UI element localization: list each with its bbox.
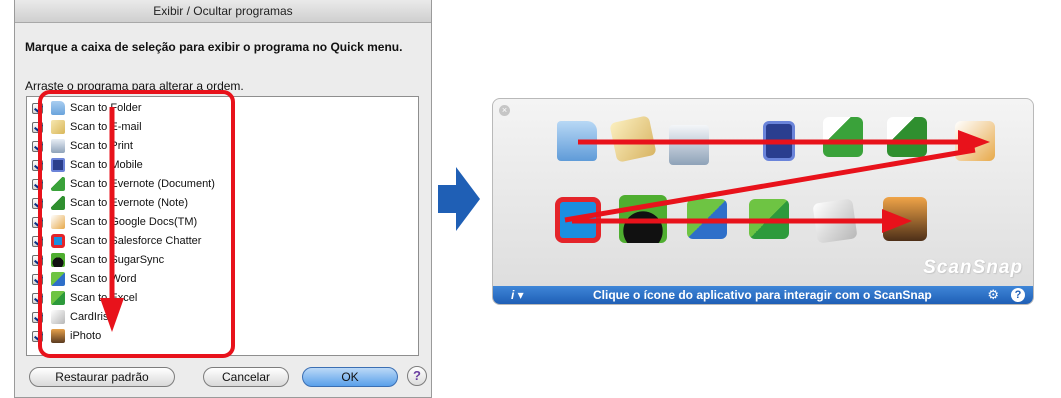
- transition-arrow-icon: [438, 167, 480, 231]
- list-item[interactable]: Scan to Excel: [32, 290, 137, 306]
- sugarsync-icon[interactable]: [619, 195, 667, 243]
- show-hide-programs-dialog: Exibir / Ocultar programas Marque a caix…: [14, 0, 432, 398]
- list-item-label: Scan to Mobile: [70, 159, 143, 171]
- quick-menu: × ScanSnap i ▾ Clique o ícone do aplicat…: [492, 98, 1034, 305]
- program-list[interactable]: Scan to Folder Scan to E-mail Scan to Pr…: [26, 96, 419, 356]
- program-checkbox[interactable]: [32, 216, 43, 228]
- printer-icon[interactable]: [669, 125, 709, 165]
- list-item-label: Scan to E-mail: [70, 121, 142, 133]
- mobile-icon: [51, 158, 65, 172]
- list-item-label: Scan to Folder: [70, 102, 142, 114]
- list-item[interactable]: Scan to Folder: [32, 100, 142, 116]
- list-item[interactable]: Scan to Word: [32, 271, 136, 287]
- list-item[interactable]: Scan to E-mail: [32, 119, 142, 135]
- program-checkbox[interactable]: [32, 178, 43, 190]
- program-checkbox[interactable]: [32, 140, 43, 152]
- word-icon: [51, 272, 65, 286]
- list-item-label: Scan to Word: [70, 273, 137, 285]
- list-item[interactable]: CardIris: [32, 309, 109, 325]
- evernote-document-icon: [51, 177, 65, 191]
- restore-default-button[interactable]: Restaurar padrão: [29, 367, 175, 387]
- evernote-note-icon: [51, 196, 65, 210]
- gear-icon[interactable]: ⚙: [987, 286, 999, 304]
- dialog-title: Exibir / Ocultar programas: [15, 0, 431, 23]
- drag-hint-text: Arraste o programa para alterar a ordem.: [25, 79, 244, 93]
- list-item[interactable]: Scan to Salesforce Chatter: [32, 233, 201, 249]
- help-icon[interactable]: ?: [1011, 288, 1025, 302]
- list-item-label: Scan to SugarSync: [70, 254, 165, 266]
- list-item[interactable]: iPhoto: [32, 328, 101, 344]
- list-item-label: iPhoto: [70, 330, 102, 342]
- list-item-label: Scan to Evernote (Document): [70, 178, 215, 190]
- info-menu-button[interactable]: i ▾: [511, 286, 524, 304]
- printer-icon: [51, 139, 65, 153]
- list-item-label: Scan to Salesforce Chatter: [70, 235, 202, 247]
- cardiris-icon[interactable]: [812, 198, 858, 244]
- google-docs-icon[interactable]: [955, 121, 995, 161]
- quick-menu-status-bar: i ▾ Clique o ícone do aplicativo para in…: [493, 286, 1033, 304]
- excel-icon: [51, 291, 65, 305]
- list-item[interactable]: Scan to Google Docs(TM): [32, 214, 197, 230]
- google-docs-icon: [51, 215, 65, 229]
- list-item[interactable]: Scan to SugarSync: [32, 252, 164, 268]
- list-item[interactable]: Scan to Evernote (Document): [32, 176, 215, 192]
- program-checkbox[interactable]: [32, 159, 43, 171]
- folder-icon[interactable]: [557, 121, 597, 161]
- list-item-label: Scan to Evernote (Note): [70, 197, 189, 209]
- list-item-label: CardIris: [70, 311, 109, 323]
- iphoto-icon: [51, 329, 65, 343]
- evernote-document-icon[interactable]: [823, 117, 863, 157]
- word-icon[interactable]: [687, 199, 727, 239]
- salesforce-chatter-icon[interactable]: [555, 197, 601, 243]
- sugarsync-icon: [51, 253, 65, 267]
- instruction-text: Marque a caixa de seleção para exibir o …: [25, 40, 403, 54]
- program-checkbox[interactable]: [32, 254, 43, 266]
- program-checkbox[interactable]: [32, 292, 43, 304]
- program-checkbox[interactable]: [32, 235, 43, 247]
- excel-icon[interactable]: [749, 199, 789, 239]
- program-checkbox[interactable]: [32, 102, 43, 114]
- ok-button[interactable]: OK: [302, 367, 398, 387]
- list-item[interactable]: Scan to Mobile: [32, 157, 143, 173]
- list-item-label: Scan to Print: [70, 140, 133, 152]
- program-checkbox[interactable]: [32, 197, 43, 209]
- cardiris-icon: [51, 310, 65, 324]
- list-item[interactable]: Scan to Print: [32, 138, 133, 154]
- status-message: Clique o ícone do aplicativo para intera…: [593, 288, 932, 302]
- help-button[interactable]: ?: [407, 366, 427, 386]
- mobile-icon[interactable]: [763, 121, 795, 161]
- cancel-button[interactable]: Cancelar: [203, 367, 289, 387]
- close-icon[interactable]: ×: [499, 105, 510, 116]
- list-item-label: Scan to Excel: [70, 292, 138, 304]
- email-icon[interactable]: [609, 115, 657, 163]
- program-checkbox[interactable]: [32, 121, 43, 133]
- folder-icon: [51, 101, 65, 115]
- program-checkbox[interactable]: [32, 311, 43, 323]
- scansnap-logo: ScanSnap: [923, 257, 1023, 278]
- salesforce-chatter-icon: [51, 234, 65, 248]
- list-item[interactable]: Scan to Evernote (Note): [32, 195, 188, 211]
- email-icon: [51, 120, 65, 134]
- iphoto-icon[interactable]: [883, 197, 927, 241]
- program-checkbox[interactable]: [32, 330, 43, 342]
- program-checkbox[interactable]: [32, 273, 43, 285]
- evernote-note-icon[interactable]: [887, 117, 927, 157]
- list-item-label: Scan to Google Docs(TM): [70, 216, 198, 228]
